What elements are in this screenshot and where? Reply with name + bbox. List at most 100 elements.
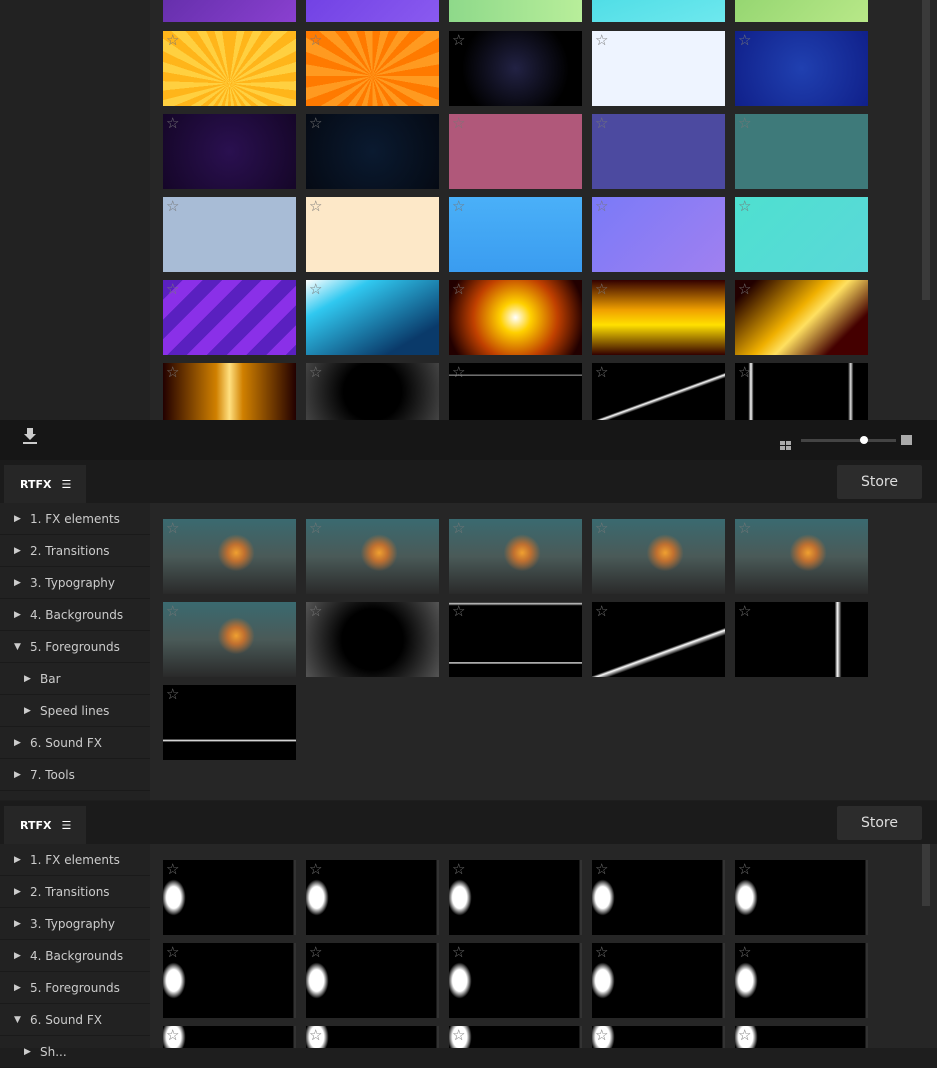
collapsed-arrow-icon[interactable]: ▶: [14, 770, 22, 780]
thumbnail-tile[interactable]: [592, 0, 725, 22]
thumbnail-tile[interactable]: ☆: [592, 197, 725, 272]
sidebar-item[interactable]: ▶ 1. FX elements: [0, 844, 150, 876]
favorite-star-icon[interactable]: ☆: [452, 519, 465, 537]
thumbnail-tile[interactable]: ☆: [449, 1026, 582, 1048]
thumbnail-tile[interactable]: [306, 0, 439, 22]
favorite-star-icon[interactable]: ☆: [738, 363, 751, 381]
expanded-arrow-icon[interactable]: ▼: [14, 1015, 22, 1025]
thumbnail-tile[interactable]: ☆: [306, 114, 439, 189]
collapsed-arrow-icon[interactable]: ▶: [14, 610, 22, 620]
thumbnail-tile[interactable]: ☆: [163, 943, 296, 1018]
sidebar-item[interactable]: ▶ Speed lines: [0, 695, 150, 727]
thumbnail-tile[interactable]: ☆: [735, 31, 868, 106]
collapsed-arrow-icon[interactable]: ▶: [14, 919, 22, 929]
thumbnail-tile[interactable]: ☆: [163, 363, 296, 420]
favorite-star-icon[interactable]: ☆: [738, 1026, 751, 1044]
thumbnail-tile[interactable]: ☆: [163, 860, 296, 935]
thumbnail-tile[interactable]: ☆: [735, 280, 868, 355]
thumbnail-tile[interactable]: ☆: [449, 943, 582, 1018]
thumbnail-tile[interactable]: ☆: [306, 602, 439, 677]
favorite-star-icon[interactable]: ☆: [309, 31, 322, 49]
favorite-star-icon[interactable]: ☆: [166, 1026, 179, 1044]
scrollbar[interactable]: [922, 0, 930, 300]
thumbnail-tile[interactable]: ☆: [306, 943, 439, 1018]
favorite-star-icon[interactable]: ☆: [309, 1026, 322, 1044]
thumbnail-tile[interactable]: ☆: [735, 1026, 868, 1048]
sidebar-item[interactable]: ▶ 2. Transitions: [0, 535, 150, 567]
grid-small-icon[interactable]: [780, 435, 791, 450]
thumbnail-tile[interactable]: ☆: [592, 280, 725, 355]
thumbnail-tile[interactable]: ☆: [306, 363, 439, 420]
favorite-star-icon[interactable]: ☆: [166, 31, 179, 49]
collapsed-arrow-icon[interactable]: ▶: [14, 578, 22, 588]
sidebar-item[interactable]: ▶ 5. Foregrounds: [0, 972, 150, 1004]
favorite-star-icon[interactable]: ☆: [309, 280, 322, 298]
favorite-star-icon[interactable]: ☆: [166, 363, 179, 381]
thumbnail-tile[interactable]: ☆: [735, 519, 868, 594]
sidebar-item[interactable]: ▶ 6. Sound FX: [0, 727, 150, 759]
expanded-arrow-icon[interactable]: ▼: [14, 642, 22, 652]
favorite-star-icon[interactable]: ☆: [166, 602, 179, 620]
thumbnail-tile[interactable]: ☆: [592, 943, 725, 1018]
thumbnail-size-slider[interactable]: [801, 436, 896, 444]
favorite-star-icon[interactable]: ☆: [595, 1026, 608, 1044]
sidebar-item[interactable]: ▶ 3. Typography: [0, 567, 150, 599]
favorite-star-icon[interactable]: ☆: [595, 363, 608, 381]
thumbnail-tile[interactable]: ☆: [735, 943, 868, 1018]
favorite-star-icon[interactable]: ☆: [452, 1026, 465, 1044]
thumbnail-tile[interactable]: ☆: [163, 519, 296, 594]
thumbnail-tile[interactable]: ☆: [449, 860, 582, 935]
download-icon[interactable]: [23, 428, 37, 444]
favorite-star-icon[interactable]: ☆: [452, 860, 465, 878]
thumbnail-tile[interactable]: [735, 0, 868, 22]
thumbnail-tile[interactable]: ☆: [163, 685, 296, 760]
thumbnail-tile[interactable]: ☆: [163, 602, 296, 677]
thumbnail-tile[interactable]: ☆: [163, 31, 296, 106]
thumbnail-tile[interactable]: [163, 0, 296, 22]
slider-knob[interactable]: [859, 436, 868, 444]
collapsed-arrow-icon[interactable]: ▶: [14, 951, 22, 961]
favorite-star-icon[interactable]: ☆: [452, 943, 465, 961]
favorite-star-icon[interactable]: ☆: [166, 860, 179, 878]
scrollbar[interactable]: [922, 844, 930, 906]
thumbnail-tile[interactable]: ☆: [306, 280, 439, 355]
collapsed-arrow-icon[interactable]: ▶: [14, 738, 22, 748]
store-button[interactable]: Store: [837, 806, 922, 840]
favorite-star-icon[interactable]: ☆: [595, 114, 608, 132]
thumbnail-tile[interactable]: ☆: [449, 519, 582, 594]
collapsed-arrow-icon[interactable]: ▶: [14, 983, 22, 993]
sidebar-item[interactable]: ▶ 1. FX elements: [0, 503, 150, 535]
thumbnail-tile[interactable]: ☆: [306, 1026, 439, 1048]
sidebar-item[interactable]: ▶ 4. Backgrounds: [0, 599, 150, 631]
thumbnail-tile[interactable]: ☆: [735, 197, 868, 272]
rtfx-tab[interactable]: RTFX ☰: [4, 806, 86, 844]
thumbnail-tile[interactable]: ☆: [306, 197, 439, 272]
favorite-star-icon[interactable]: ☆: [452, 363, 465, 381]
sidebar-item[interactable]: ▶ 4. Backgrounds: [0, 940, 150, 972]
thumbnail-tile[interactable]: ☆: [449, 602, 582, 677]
favorite-star-icon[interactable]: ☆: [452, 31, 465, 49]
favorite-star-icon[interactable]: ☆: [595, 280, 608, 298]
favorite-star-icon[interactable]: ☆: [452, 114, 465, 132]
favorite-star-icon[interactable]: ☆: [166, 685, 179, 703]
sidebar-item[interactable]: ▶ 3. Typography: [0, 908, 150, 940]
favorite-star-icon[interactable]: ☆: [166, 114, 179, 132]
collapsed-arrow-icon[interactable]: ▶: [14, 546, 22, 556]
favorite-star-icon[interactable]: ☆: [738, 197, 751, 215]
sidebar-item[interactable]: ▶ Bar: [0, 663, 150, 695]
thumbnail-tile[interactable]: ☆: [306, 519, 439, 594]
sidebar-item[interactable]: ▶ Sh...: [0, 1036, 150, 1068]
thumbnail-tile[interactable]: ☆: [306, 31, 439, 106]
thumbnail-tile[interactable]: ☆: [163, 114, 296, 189]
thumbnail-tile[interactable]: ☆: [735, 114, 868, 189]
thumbnail-tile[interactable]: ☆: [163, 280, 296, 355]
favorite-star-icon[interactable]: ☆: [309, 943, 322, 961]
collapsed-arrow-icon[interactable]: ▶: [24, 1047, 32, 1057]
collapsed-arrow-icon[interactable]: ▶: [14, 855, 22, 865]
favorite-star-icon[interactable]: ☆: [738, 280, 751, 298]
thumbnail-tile[interactable]: ☆: [449, 280, 582, 355]
thumbnail-tile[interactable]: ☆: [592, 602, 725, 677]
rtfx-tab[interactable]: RTFX ☰: [4, 465, 86, 503]
favorite-star-icon[interactable]: ☆: [166, 943, 179, 961]
favorite-star-icon[interactable]: ☆: [595, 943, 608, 961]
